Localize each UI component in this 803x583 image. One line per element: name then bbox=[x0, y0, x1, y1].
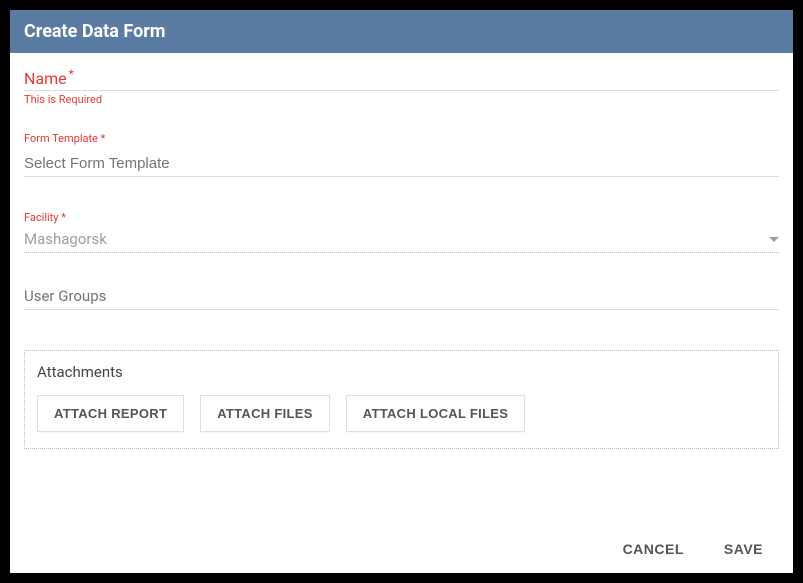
dialog-footer: CANCEL SAVE bbox=[10, 525, 793, 573]
dialog-title: Create Data Form bbox=[10, 10, 793, 53]
facility-field: Facility * Mashagorsk bbox=[24, 211, 779, 253]
facility-value: Mashagorsk bbox=[24, 230, 107, 248]
required-mark: * bbox=[69, 67, 74, 81]
cancel-button[interactable]: CANCEL bbox=[623, 541, 684, 557]
form-template-label: Form Template * bbox=[24, 132, 779, 145]
form-template-field: Form Template * bbox=[24, 132, 779, 177]
facility-label: Facility * bbox=[24, 211, 779, 224]
attachments-title: Attachments bbox=[37, 363, 766, 381]
facility-select[interactable]: Mashagorsk bbox=[24, 230, 779, 253]
save-button[interactable]: SAVE bbox=[724, 541, 763, 557]
form-template-input[interactable] bbox=[24, 151, 779, 177]
user-groups-select[interactable]: User Groups bbox=[24, 287, 779, 310]
attachments-buttons: ATTACH REPORT ATTACH FILES ATTACH LOCAL … bbox=[37, 395, 766, 432]
scroll-spacer bbox=[24, 449, 779, 525]
name-error: This is Required bbox=[24, 93, 779, 106]
create-data-form-dialog: Create Data Form Name* This is Required … bbox=[10, 10, 793, 573]
user-groups-field: User Groups bbox=[24, 287, 779, 310]
attach-files-button[interactable]: ATTACH FILES bbox=[200, 395, 330, 432]
name-label: Name bbox=[24, 69, 67, 90]
app-frame: Create Data Form Name* This is Required … bbox=[0, 0, 803, 583]
dialog-body[interactable]: Name* This is Required Form Template * F… bbox=[10, 53, 793, 525]
name-field: Name* This is Required bbox=[24, 67, 779, 106]
attach-report-button[interactable]: ATTACH REPORT bbox=[37, 395, 184, 432]
chevron-down-icon bbox=[769, 237, 779, 242]
attach-local-files-button[interactable]: ATTACH LOCAL FILES bbox=[346, 395, 526, 432]
attachments-section: Attachments ATTACH REPORT ATTACH FILES A… bbox=[24, 350, 779, 449]
